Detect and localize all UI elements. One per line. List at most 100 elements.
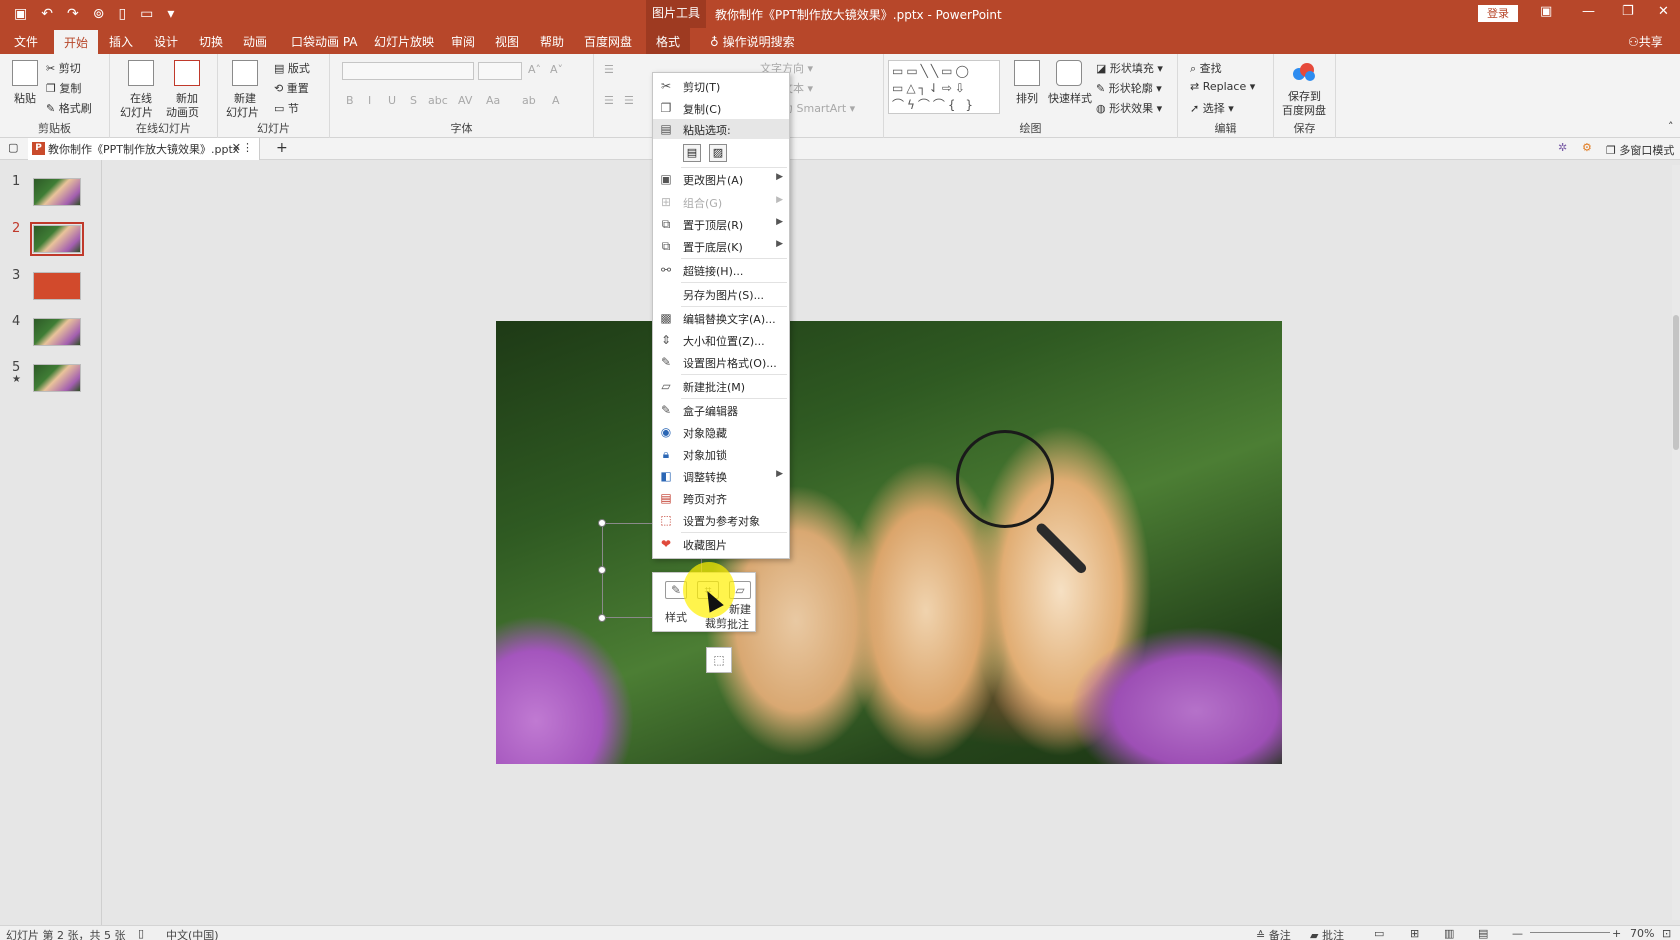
menu-new-comment[interactable]: ▱ 新建批注(M) (653, 376, 789, 396)
new-icon[interactable]: ▯ (118, 5, 126, 23)
font-size-combo[interactable] (478, 62, 522, 80)
pane-icon[interactable]: ▢ (8, 141, 18, 154)
login-button[interactable]: 登录 (1478, 5, 1518, 22)
menu-bring-to-front[interactable]: ⧉ 置于顶层(R) ▶ (653, 214, 789, 234)
tab-slideshow[interactable]: 幻灯片放映 (374, 33, 434, 50)
layout-options-icon[interactable]: ⬚ (706, 647, 732, 673)
italic-button[interactable]: I (368, 94, 371, 107)
tool-icon[interactable]: ✲ (1558, 141, 1567, 154)
tab-menu-icon[interactable]: ⋮ (242, 141, 253, 154)
menu-size-position[interactable]: ⇕ 大小和位置(Z)... (653, 330, 789, 350)
customize-icon[interactable]: ▾ (167, 5, 174, 23)
copy-button[interactable]: ❐ 复制 (46, 80, 81, 96)
zoom-level[interactable]: 70% (1630, 927, 1654, 940)
char-spacing-icon[interactable]: AV (458, 94, 472, 107)
arrange-button[interactable]: 排列 (1016, 90, 1038, 106)
tab-help[interactable]: 帮助 (540, 33, 564, 50)
tab-format[interactable]: 格式 (646, 28, 691, 54)
menu-send-to-back[interactable]: ⧉ 置于底层(K) ▶ (653, 236, 789, 256)
shadow-button[interactable]: S (410, 94, 417, 107)
tab-view[interactable]: 视图 (495, 33, 519, 50)
redo-icon[interactable]: ↷ (67, 5, 79, 23)
undo-icon[interactable]: ↶ (41, 5, 53, 23)
close-icon[interactable]: ✕ (1658, 4, 1669, 19)
spellcheck-icon[interactable]: ▯ (138, 927, 144, 940)
magnifier-lens[interactable] (956, 430, 1054, 528)
menu-adjust-convert[interactable]: ◧ 调整转换 ▶ (653, 466, 789, 486)
paste-keep-source-icon[interactable]: ▤ (683, 144, 701, 162)
menu-favorite-picture[interactable]: ❤ 收藏图片 (653, 534, 789, 554)
slide-thumbnail[interactable] (33, 364, 81, 392)
mini-comment-label[interactable]: 批注 (727, 616, 749, 632)
slide-thumbnail[interactable] (33, 272, 81, 300)
font-name-combo[interactable] (342, 62, 474, 80)
baidu-cloud-icon[interactable] (1290, 60, 1318, 84)
underline-button[interactable]: U (388, 94, 396, 107)
fit-slide-icon[interactable]: ⊡ (1662, 927, 1671, 940)
menu-hide-object[interactable]: ◉ 对象隐藏 (653, 422, 789, 442)
menu-change-picture[interactable]: ▣ 更改图片(A) ▶ (653, 169, 789, 189)
menu-copy[interactable]: ❐ 复制(C) (653, 98, 789, 118)
select-button[interactable]: ➚ 选择 ▾ (1190, 100, 1234, 116)
tell-me-search[interactable]: ♁ 操作说明搜索 (710, 33, 795, 50)
new-slide-button-line2[interactable]: 幻灯片 (226, 104, 259, 120)
quick-styles-icon[interactable] (1056, 60, 1082, 86)
menu-cross-page-align[interactable]: ▤ 跨页对齐 (653, 488, 789, 508)
slide-thumbnail[interactable] (33, 318, 81, 346)
slideshow-view-icon[interactable]: ▤ (1478, 927, 1488, 940)
align-center-icon[interactable]: ☰ (624, 94, 634, 107)
replace-button[interactable]: ⇄ Replace ▾ (1190, 80, 1255, 93)
slide-thumbnail[interactable] (33, 178, 81, 206)
shape-fill-button[interactable]: ◪ 形状填充 ▾ (1096, 60, 1163, 76)
font-color-icon[interactable]: A (552, 94, 560, 107)
arrange-icon[interactable] (1014, 60, 1040, 86)
bold-button[interactable]: B (346, 94, 354, 107)
ribbon-display-icon[interactable]: ▣ (1540, 4, 1552, 19)
tab-review[interactable]: 审阅 (451, 33, 475, 50)
present-icon[interactable]: ⊚ (93, 5, 105, 23)
mini-style-button[interactable]: 样式 (665, 609, 687, 625)
strikethrough-button[interactable]: abc (428, 94, 448, 107)
open-icon[interactable]: ▭ (140, 5, 153, 23)
paste-button[interactable]: 粘贴 (14, 90, 36, 106)
format-painter-button[interactable]: ✎ 格式刷 (46, 100, 92, 116)
section-button[interactable]: ▭ 节 (274, 100, 299, 116)
shapes-gallery[interactable]: ▭▭╲╲▭◯ ▭△┐⇃⇨⇩ ⌒ϟ⌒⌒{ } (888, 60, 1000, 114)
menu-set-reference[interactable]: ⬚ 设置为参考对象 (653, 510, 789, 530)
menu-save-as-picture[interactable]: 另存为图片(S)... (653, 284, 789, 304)
zoom-in-icon[interactable]: + (1612, 927, 1621, 940)
minimize-icon[interactable]: — (1582, 4, 1595, 19)
layout-button[interactable]: ▤ 版式 (274, 60, 310, 76)
reading-view-icon[interactable]: ▥ (1444, 927, 1454, 940)
menu-lock-object[interactable]: 🔒︎ 对象加锁 (653, 444, 789, 464)
zoom-slider[interactable] (1530, 932, 1610, 933)
paste-as-picture-icon[interactable]: ▨ (709, 144, 727, 162)
share-button[interactable]: ⚇共享 (1628, 33, 1663, 50)
online-slide-icon[interactable] (128, 60, 154, 86)
tab-baidu[interactable]: 百度网盘 (584, 33, 632, 50)
align-left-icon[interactable]: ☰ (604, 94, 614, 107)
menu-format-picture[interactable]: ✎ 设置图片格式(O)... (653, 352, 789, 372)
settings-gear-icon[interactable]: ⚙ (1582, 141, 1592, 154)
add-tab-icon[interactable]: + (276, 140, 288, 156)
zoom-out-icon[interactable]: — (1512, 927, 1523, 940)
collapse-ribbon-icon[interactable]: ˄ (1668, 120, 1674, 133)
new-animation-icon[interactable] (174, 60, 200, 86)
normal-view-icon[interactable]: ▭ (1374, 927, 1384, 940)
menu-box-editor[interactable]: ✎ 盒子编辑器 (653, 400, 789, 420)
sorter-view-icon[interactable]: ⊞ (1410, 927, 1419, 940)
language-status[interactable]: 中文(中国) (166, 927, 219, 940)
cut-button[interactable]: ✂ 剪切 (46, 60, 81, 76)
tab-home[interactable]: 开始 (54, 30, 99, 54)
notes-button[interactable]: ≙ 备注 (1256, 927, 1291, 940)
tab-transitions[interactable]: 切换 (199, 33, 223, 50)
close-tab-icon[interactable]: ✕ (232, 141, 241, 154)
menu-hyperlink[interactable]: ⚯ 超链接(H)... (653, 260, 789, 280)
quick-styles-button[interactable]: 快速样式 (1048, 90, 1092, 106)
change-case-icon[interactable]: Aa (486, 94, 500, 107)
save-icon[interactable]: ▣ (14, 5, 27, 23)
highlight-icon[interactable]: ab (522, 94, 536, 107)
find-button[interactable]: ⌕ 查找 (1190, 60, 1222, 76)
shape-outline-button[interactable]: ✎ 形状轮廓 ▾ (1096, 80, 1162, 96)
slide-thumbnail-selected[interactable] (30, 222, 84, 256)
